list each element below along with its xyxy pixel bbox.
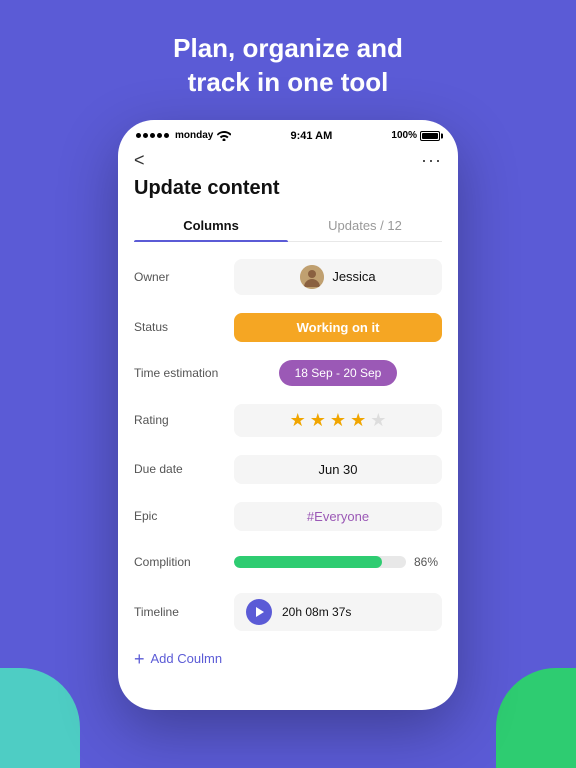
back-button[interactable]: < [134,150,145,171]
status-bar-time: 9:41 AM [290,130,332,142]
signal-dot-1 [136,133,141,138]
bg-decoration-right [496,668,576,768]
avatar [300,265,324,289]
star-3[interactable]: ★ [330,410,346,431]
header-title: Plan, organize andtrack in one tool [133,0,443,120]
completion-label: Complition [134,555,234,569]
play-icon [256,607,264,617]
status-bar: monday 9:41 AM 100% [118,120,458,146]
rating-value: ★ ★ ★ ★ ★ [234,404,442,437]
tab-columns[interactable]: Columns [134,210,288,241]
time-estimation-value: 18 Sep - 20 Sep [234,360,442,386]
completion-percent: 86% [414,555,442,569]
add-column-row[interactable]: + Add Coulmn [118,640,458,678]
timeline-text: 20h 08m 37s [282,605,351,619]
epic-label: Epic [134,509,234,523]
time-estimation-row: Time estimation 18 Sep - 20 Sep [118,351,458,395]
time-estimation-label: Time estimation [134,366,234,380]
status-badge[interactable]: Working on it [234,313,442,342]
status-bar-right: 100% [391,130,440,141]
timeline-container: 20h 08m 37s [234,593,442,631]
due-date-label: Due date [134,462,234,476]
star-2[interactable]: ★ [310,410,326,431]
owner-container[interactable]: Jessica [234,259,442,295]
carrier-name: monday [175,130,213,141]
due-date-value: Jun 30 [234,455,442,484]
progress-bar-fill [234,556,382,568]
signal-dot-3 [150,133,155,138]
battery-percent: 100% [391,130,417,141]
epic-row: Epic #Everyone [118,493,458,540]
owner-name: Jessica [332,269,375,284]
star-5[interactable]: ★ [370,410,386,431]
completion-container: 86% [234,555,442,569]
status-bar-left: monday [136,130,231,141]
battery-fill [422,133,438,139]
star-4[interactable]: ★ [350,410,366,431]
nav-bar: < ··· [118,146,458,177]
tabs-container: Columns Updates / 12 [134,210,442,242]
due-date-container[interactable]: Jun 30 [234,455,442,484]
phone-frame: monday 9:41 AM 100% < ··· Update content… [118,120,458,710]
status-row: Status Working on it [118,304,458,351]
time-estimation-badge[interactable]: 18 Sep - 20 Sep [279,360,398,386]
content-area: Owner Jessica Status Working [118,242,458,710]
signal-dot-2 [143,133,148,138]
completion-row: Complition 86% [118,540,458,584]
rating-row: Rating ★ ★ ★ ★ ★ [118,395,458,446]
progress-bar-background [234,556,406,568]
bg-decoration-left [0,668,80,768]
page-title: Update content [118,177,458,210]
status-value: Working on it [234,313,442,342]
add-plus-icon: + [134,650,145,668]
owner-row: Owner Jessica [118,250,458,304]
epic-container[interactable]: #Everyone [234,502,442,531]
rating-label: Rating [134,413,234,427]
tab-updates[interactable]: Updates / 12 [288,210,442,241]
play-button[interactable] [246,599,272,625]
owner-value: Jessica [234,259,442,295]
signal-dot-4 [157,133,162,138]
timeline-row: Timeline 20h 08m 37s [118,584,458,640]
timeline-label: Timeline [134,605,234,619]
add-column-label: Add Coulmn [151,651,223,666]
due-date-row: Due date Jun 30 [118,446,458,493]
owner-label: Owner [134,270,234,284]
epic-value: #Everyone [234,502,442,531]
completion-value: 86% [234,555,442,569]
battery-icon [420,131,440,141]
timeline-value: 20h 08m 37s [234,593,442,631]
wifi-icon [217,130,231,141]
more-button[interactable]: ··· [421,150,442,171]
star-1[interactable]: ★ [290,410,306,431]
signal-dots [136,133,169,138]
signal-dot-5 [164,133,169,138]
status-label: Status [134,320,234,334]
rating-container[interactable]: ★ ★ ★ ★ ★ [234,404,442,437]
